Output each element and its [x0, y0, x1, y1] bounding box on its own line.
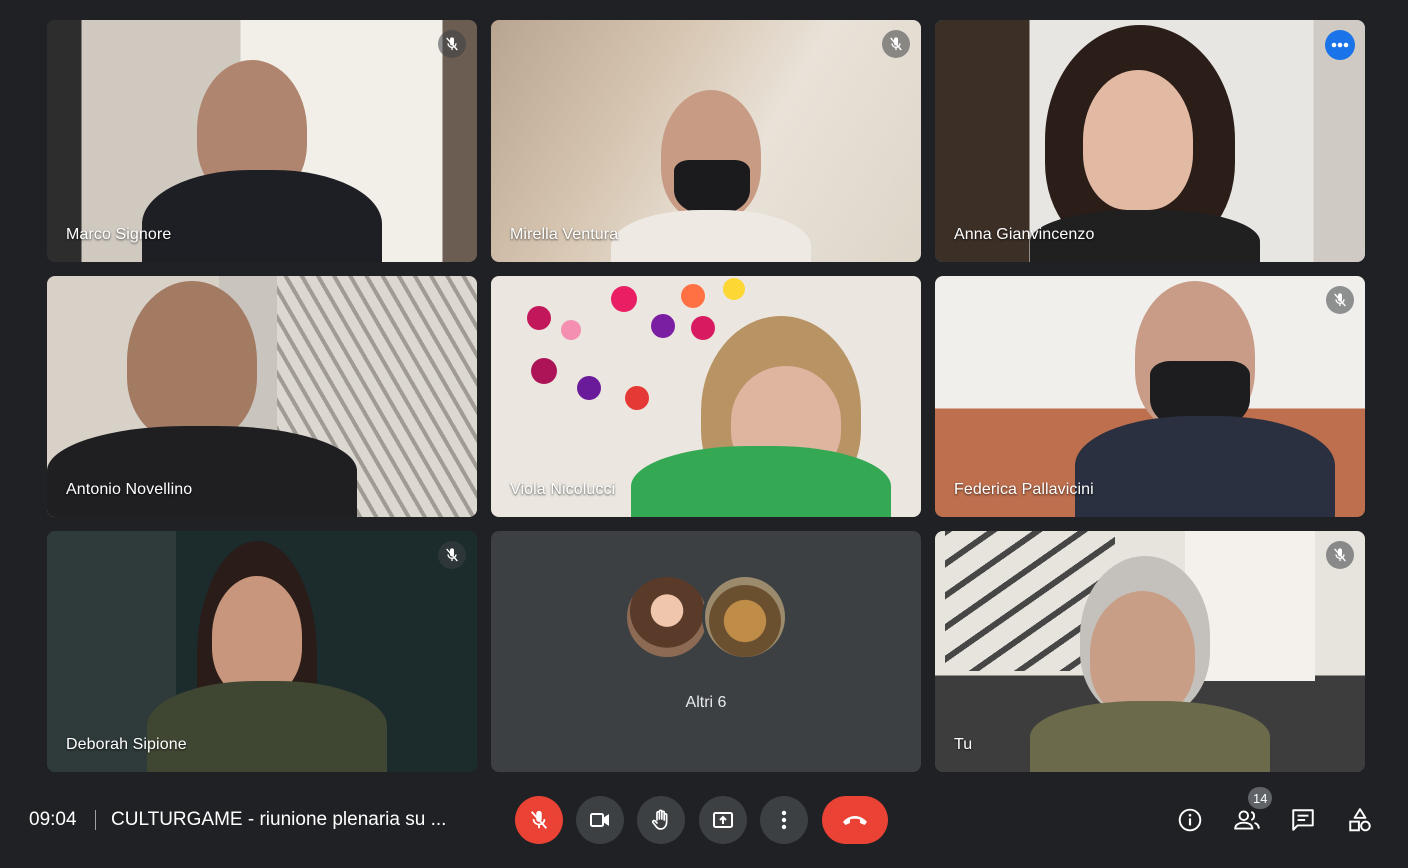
- avatar: [624, 573, 710, 660]
- others-avatars: [624, 573, 788, 660]
- participant-video: [147, 681, 387, 772]
- others-count-label: Altri 6: [685, 693, 727, 711]
- others-tile[interactable]: Altri 6: [491, 531, 921, 772]
- participants-count-badge: 14: [1248, 787, 1273, 809]
- chat-button[interactable]: [1287, 804, 1319, 836]
- bottom-toolbar: 09:04 CULTURGAME - riunione plenaria su …: [0, 788, 1408, 852]
- leave-call-button[interactable]: [822, 796, 888, 844]
- participant-video: [1083, 70, 1193, 210]
- people-icon: [1232, 807, 1262, 833]
- participant-name: Mirella Ventura: [510, 226, 619, 243]
- participant-video: [631, 446, 891, 517]
- wall-dot: [625, 386, 649, 410]
- participant-name: Marco Signore: [66, 226, 172, 243]
- participant-video: [1075, 416, 1335, 517]
- participant-video: [1090, 591, 1195, 716]
- wall-dot: [527, 306, 551, 330]
- present-screen-icon: [711, 808, 735, 832]
- participant-tile-viola[interactable]: Viola Nicolucci: [491, 276, 921, 517]
- participant-tile-federica[interactable]: Federica Pallavicini: [935, 276, 1365, 517]
- wall-dot: [651, 314, 675, 338]
- participant-name: Viola Nicolucci: [510, 481, 616, 498]
- participant-name: Federica Pallavicini: [954, 481, 1094, 498]
- face-mask: [674, 160, 750, 215]
- wall-dot: [723, 278, 745, 300]
- meeting-title[interactable]: CULTURGAME - riunione plenaria su ...: [111, 809, 446, 831]
- wall-dot: [531, 358, 557, 384]
- chat-icon: [1290, 807, 1316, 833]
- participant-tile-marco[interactable]: Marco Signore: [47, 20, 477, 262]
- divider: [95, 810, 96, 830]
- more-options-icon: [781, 810, 787, 830]
- more-options-button[interactable]: [760, 796, 808, 844]
- toggle-microphone-button[interactable]: [515, 796, 563, 844]
- participant-tile-antonio[interactable]: Antonio Novellino: [47, 276, 477, 517]
- participant-video: [142, 170, 382, 262]
- participant-video: [611, 210, 811, 262]
- mic-muted-icon: [438, 541, 466, 569]
- wall-dot: [681, 284, 705, 308]
- participant-tile-deborah[interactable]: Deborah Sipione: [47, 531, 477, 772]
- wall-dot: [577, 376, 601, 400]
- participant-tile-mirella[interactable]: Mirella Ventura: [491, 20, 921, 262]
- wall-dot: [561, 320, 581, 340]
- wall-dot: [691, 316, 715, 340]
- activities-button[interactable]: [1344, 804, 1376, 836]
- participant-name: Antonio Novellino: [66, 481, 193, 498]
- participant-video: [127, 281, 257, 441]
- mic-muted-icon: [438, 30, 466, 58]
- mic-muted-icon: [1326, 541, 1354, 569]
- videocam-icon: [588, 808, 612, 832]
- mic-off-icon: [528, 809, 550, 831]
- participant-name: Anna Gianvincenzo: [954, 226, 1095, 243]
- present-screen-button[interactable]: [699, 796, 747, 844]
- participant-name: Tu: [954, 736, 973, 753]
- meeting-info-button[interactable]: [1174, 804, 1206, 836]
- participant-video: [212, 576, 302, 696]
- info-icon: [1177, 807, 1203, 833]
- wall-dot: [611, 286, 637, 312]
- video-grid: Marco Signore Mirella Ventura Anna Gianv…: [47, 20, 1365, 773]
- toggle-camera-button[interactable]: [576, 796, 624, 844]
- avatar: [702, 573, 788, 660]
- more-options-button[interactable]: [1325, 30, 1355, 60]
- participant-video: [1030, 701, 1270, 772]
- hang-up-icon: [841, 813, 869, 827]
- video-feed: [935, 531, 1365, 772]
- raise-hand-button[interactable]: [637, 796, 685, 844]
- participant-video: [47, 426, 357, 517]
- participant-tile-anna[interactable]: Anna Gianvincenzo: [935, 20, 1365, 262]
- mic-muted-icon: [882, 30, 910, 58]
- activities-icon: [1347, 807, 1373, 833]
- meeting-clock: 09:04: [29, 809, 77, 830]
- participant-name: Deborah Sipione: [66, 736, 187, 753]
- mic-muted-icon: [1326, 286, 1354, 314]
- participant-tile-self[interactable]: Tu: [935, 531, 1365, 772]
- raise-hand-icon: [649, 808, 673, 832]
